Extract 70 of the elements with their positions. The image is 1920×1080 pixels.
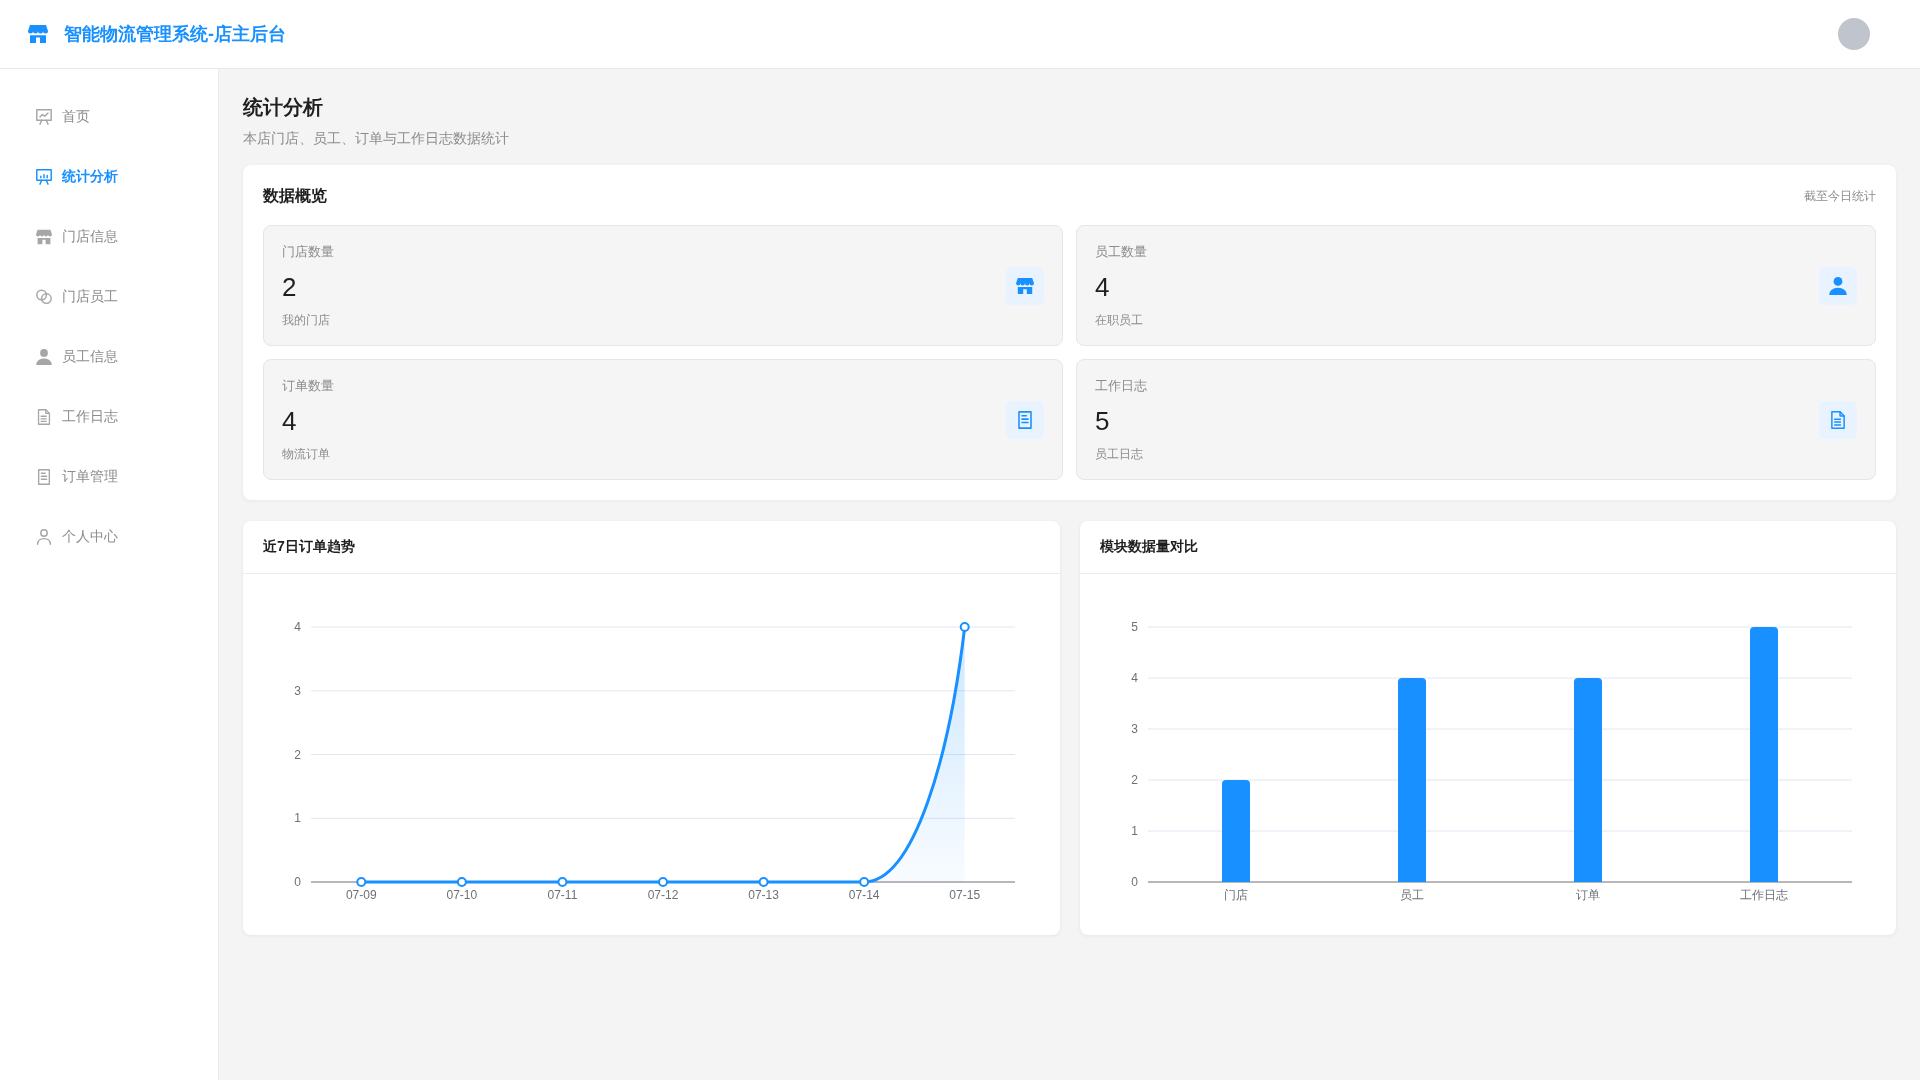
shop-icon [36, 229, 52, 245]
axis-label: 07-11 [547, 888, 578, 902]
shop-logo-icon [28, 25, 48, 43]
axis-label: 4 [294, 620, 301, 634]
rings-icon [36, 289, 52, 305]
stat-label: 工作日志 [1095, 377, 1147, 395]
sidebar-item[interactable]: 员工信息 [0, 327, 218, 387]
data-point [557, 877, 568, 887]
document-icon [36, 409, 52, 425]
chart-title: 模块数据量对比 [1099, 538, 1198, 556]
person-icon [36, 349, 52, 365]
stat-label: 门店数量 [282, 243, 334, 261]
person-outline-icon [36, 529, 52, 545]
axis-label: 07-10 [446, 888, 478, 902]
sidebar-item[interactable]: 首页 [0, 87, 218, 147]
list-document-icon [36, 469, 52, 485]
axis-label: 0 [1130, 875, 1138, 889]
page-title: 统计分析 [243, 95, 324, 120]
list-document-icon [1006, 400, 1044, 439]
data-point [859, 877, 870, 887]
axis-label: 5 [1130, 620, 1138, 634]
data-point [959, 622, 970, 632]
stat-caption: 我的门店 [282, 312, 330, 328]
stat-caption: 在职员工 [1095, 312, 1143, 328]
shop-icon [1006, 266, 1044, 305]
section-note: 截至今日统计 [1804, 187, 1876, 205]
sidebar-item[interactable]: 订单管理 [0, 447, 218, 507]
axis-label: 1 [294, 811, 301, 826]
app-title: 智能物流管理系统-店主后台 [64, 23, 286, 46]
sidebar-item[interactable]: 门店信息 [0, 207, 218, 267]
sidebar-item[interactable]: 个人中心 [0, 507, 218, 567]
axis-label: 07-14 [848, 888, 880, 902]
axis-label: 工作日志 [1739, 888, 1788, 902]
person-icon [1819, 266, 1857, 305]
section-title: 数据概览 [263, 185, 327, 206]
presentation-bar-icon [36, 169, 52, 185]
axis-label: 门店 [1223, 888, 1248, 902]
data-point [356, 877, 367, 887]
axis-label: 员工 [1399, 888, 1424, 902]
presentation-chart-icon [36, 109, 52, 125]
axis-label: 2 [294, 747, 301, 762]
stat-value: 4 [1095, 271, 1110, 303]
axis-label: 3 [1130, 722, 1138, 736]
axis-label: 1 [1130, 824, 1138, 838]
axis-label: 3 [294, 683, 301, 698]
sidebar-item[interactable]: 统计分析 [0, 147, 218, 207]
data-point [758, 877, 769, 887]
axis-label: 07-13 [748, 888, 779, 902]
stat-value: 4 [282, 405, 297, 437]
document-icon [1819, 400, 1857, 439]
axis-label: 4 [1130, 671, 1138, 685]
data-point [456, 877, 467, 887]
stat-caption: 员工日志 [1095, 446, 1143, 462]
axis-label: 07-15 [949, 888, 981, 902]
sidebar-item[interactable]: 工作日志 [0, 387, 218, 447]
avatar[interactable] [1838, 18, 1870, 50]
stat-label: 员工数量 [1095, 243, 1147, 261]
axis-label: 07-09 [345, 888, 377, 902]
stat-value: 5 [1095, 405, 1110, 437]
data-point [658, 877, 668, 887]
axis-label: 2 [1130, 773, 1138, 787]
axis-label: 0 [294, 875, 301, 889]
stat-label: 订单数量 [282, 377, 334, 395]
sidebar-item[interactable]: 门店员工 [0, 267, 218, 327]
axis-label: 订单 [1575, 888, 1600, 902]
axis-label: 07-12 [647, 888, 679, 902]
stat-value: 2 [282, 271, 297, 303]
chart-title: 近7日订单趋势 [263, 538, 355, 556]
stat-caption: 物流订单 [282, 446, 330, 462]
page-subtitle: 本店门店、员工、订单与工作日志数据统计 [243, 130, 510, 148]
